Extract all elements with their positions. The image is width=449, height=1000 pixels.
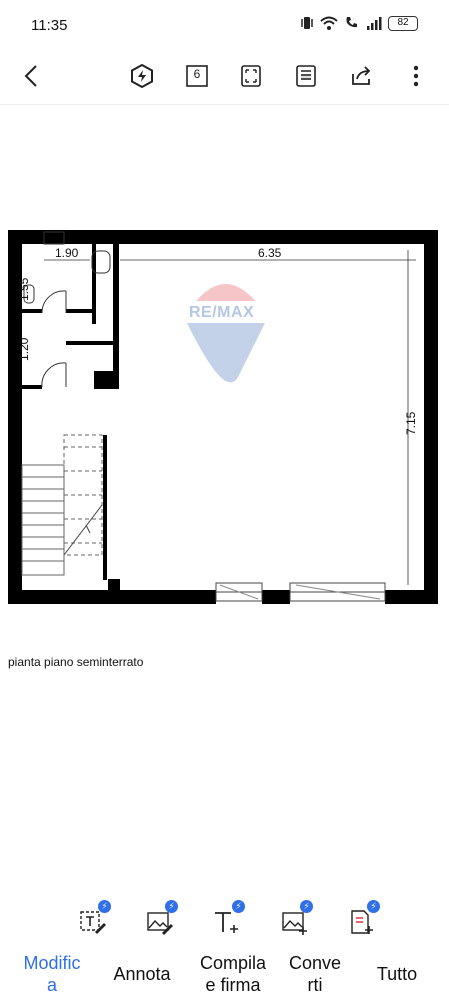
tab-tutto[interactable]: Tutto [361,963,433,985]
staircase [21,434,103,576]
fullscreen-icon [241,65,261,87]
ai-badge: ⚡ [165,900,178,913]
back-button[interactable] [14,58,50,94]
interior-walls [22,244,120,591]
edit-image-button[interactable]: ⚡ [141,900,181,940]
ai-hexagon-icon [131,63,153,89]
dimension-left-upper: 1.55 [17,277,31,301]
pdf-page-view[interactable]: RE/MAX 1.90 6.35 1.55 1.20 7.15 pianta p… [0,105,449,885]
windows [215,582,386,602]
back-arrow-icon [24,65,37,87]
watermark-text: RE/MAX [189,304,255,321]
reading-mode-button[interactable] [288,58,324,94]
add-image-button[interactable]: ⚡ [276,900,316,940]
tab-label-line2: rti [307,975,323,995]
tab-converti[interactable]: Conve rti [279,952,351,996]
tab-modifica[interactable]: Modific a [16,952,88,996]
quick-tools-bar: ⚡ ⚡ ⚡ ⚡ ⚡ [0,898,449,946]
ai-badge: ⚡ [232,900,245,913]
remax-watermark [180,284,272,383]
status-time: 11:35 [31,17,68,34]
edit-text-button[interactable]: ⚡ [74,900,114,940]
status-bar: 11:35 82 [0,0,449,52]
ai-badge: ⚡ [98,900,111,913]
dimension-right: 7.15 [404,411,418,435]
signal-icon [367,17,382,30]
fullscreen-button[interactable] [233,58,269,94]
tab-annota[interactable]: Annota [106,963,178,985]
tab-label-line1: Conve [288,953,342,973]
status-icons: 82 [300,15,418,31]
ai-badge: ⚡ [300,900,313,913]
tab-label-line1: Modific [23,953,81,973]
ai-tools-button[interactable] [124,58,160,94]
tab-compila-e-firma[interactable]: Compila e firma [193,952,273,996]
wifi-icon [320,16,338,30]
top-toolbar: 6 [0,52,449,100]
dimension-top-left: 1.90 [55,246,79,260]
add-text-button[interactable]: ⚡ [208,900,248,940]
vibrate-icon [301,17,313,29]
wifi-call-icon [346,17,357,28]
floor-plan [8,230,438,604]
tab-label-line2: e firma [205,975,261,995]
dimension-left-lower: 1.20 [17,337,31,361]
more-options-button[interactable] [398,58,434,94]
more-vertical-icon [413,65,419,87]
share-icon [352,66,371,85]
tab-label-line2: a [46,975,57,995]
tab-label-line1: Annota [113,964,171,984]
page-count-label: 6 [193,67,201,81]
tab-label-line1: Compila [199,953,267,973]
page-count-button[interactable]: 6 [179,58,215,94]
share-button[interactable] [343,58,379,94]
tab-label-line1: Tutto [376,964,418,984]
dimension-top-main: 6.35 [258,246,282,260]
ai-badge: ⚡ [367,900,380,913]
reading-mode-icon [296,65,316,87]
plan-caption: pianta piano seminterrato [8,655,144,669]
battery-indicator: 82 [388,15,418,31]
bottom-tab-bar: Modific a Annota Compila e firma Conve r… [0,946,449,1000]
add-page-button[interactable]: ⚡ [343,900,383,940]
